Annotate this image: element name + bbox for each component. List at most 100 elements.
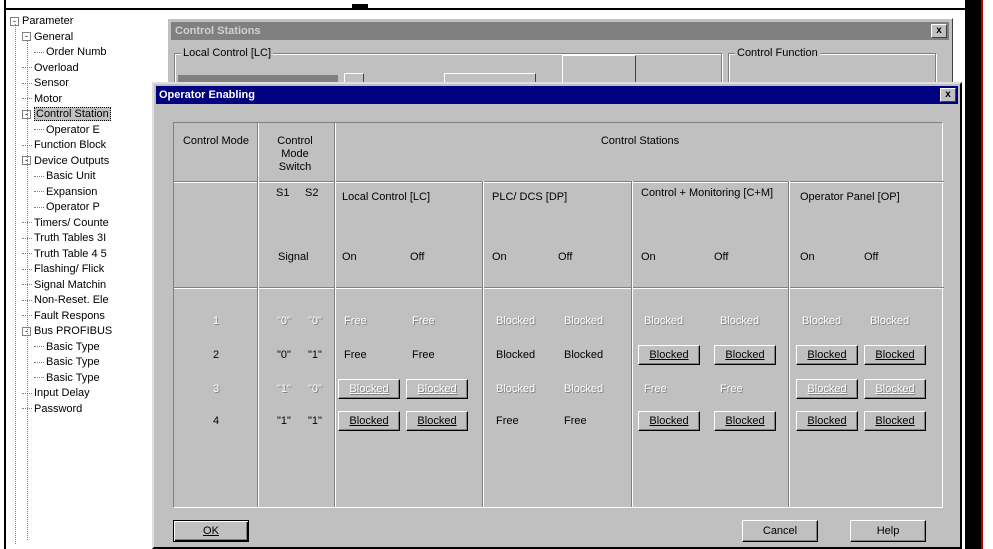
enable-toggle-label: Blocked xyxy=(349,415,389,427)
close-icon[interactable]: x xyxy=(940,88,956,102)
tree-item[interactable]: - Control Station xyxy=(22,107,111,121)
tree-item-label: Operator E xyxy=(46,123,100,136)
enable-toggle-button[interactable]: Blocked xyxy=(796,379,858,399)
cancel-button[interactable]: Cancel xyxy=(742,520,818,542)
tree-item[interactable]: Sensor xyxy=(22,76,69,90)
s1-value: "1" xyxy=(277,383,291,395)
header-on: On xyxy=(342,251,357,263)
tree-item[interactable]: Basic Type xyxy=(34,340,100,354)
enable-toggle-button[interactable]: Blocked xyxy=(796,345,858,365)
enable-toggle-label: Blocked xyxy=(649,349,689,361)
header-off: Off xyxy=(864,251,879,263)
enable-toggle-button[interactable]: Blocked xyxy=(796,411,858,431)
tree-item[interactable]: Input Delay xyxy=(22,386,90,400)
tree-item-label: Basic Type xyxy=(46,340,100,353)
header-on: On xyxy=(641,251,656,263)
enable-toggle-button[interactable]: Blocked xyxy=(714,411,776,431)
tree-item-label: Motor xyxy=(34,92,63,105)
enable-toggle-button[interactable]: Blocked xyxy=(406,411,468,431)
enable-state-text: Blocked xyxy=(496,315,536,327)
tree-item[interactable]: Order Numb xyxy=(34,45,107,59)
enable-toggle-button[interactable]: Blocked xyxy=(338,379,400,399)
tree-item-label: Fault Respons xyxy=(34,309,105,322)
tree-item[interactable]: Expansion xyxy=(34,185,97,199)
enable-toggle-label: Blocked xyxy=(725,415,765,427)
enabling-grid: Control Mode Control Mode Switch Control… xyxy=(173,122,944,508)
enable-toggle-label: Blocked xyxy=(875,383,915,395)
tree-item-label: Sensor xyxy=(34,77,69,89)
screen-right-edge xyxy=(965,0,993,549)
operator-enabling-dialog: Operator Enabling x Control Mode Control… xyxy=(152,82,962,549)
tree-connector xyxy=(34,377,44,379)
tree-item[interactable]: Flashing/ Flick xyxy=(22,262,104,276)
header-control-mode-switch: Control Mode Switch xyxy=(277,135,313,173)
tree-item[interactable]: Overload xyxy=(22,61,79,75)
enable-state-text: Free xyxy=(496,415,519,427)
tree-item[interactable]: Truth Tables 3I xyxy=(22,231,106,245)
dialog-title: Operator Enabling xyxy=(159,89,255,101)
tree-item-label: Signal Matchin xyxy=(34,278,107,291)
ok-button[interactable]: OK xyxy=(173,520,249,542)
tree-item[interactable]: - Parameter xyxy=(10,14,73,28)
header-station-cm: Control + Monitoring [C+M] xyxy=(641,187,774,199)
tree-item[interactable]: Timers/ Counte xyxy=(22,216,109,230)
enable-toggle-button[interactable]: Blocked xyxy=(638,345,700,365)
tree-item[interactable]: Password xyxy=(22,402,82,416)
tree-item[interactable]: Operator P xyxy=(34,200,100,214)
enable-toggle-button[interactable]: Blocked xyxy=(714,345,776,365)
tree-item-label: Input Delay xyxy=(34,387,90,399)
enable-toggle-button[interactable]: Blocked xyxy=(864,411,926,431)
header-on: On xyxy=(800,251,815,263)
tree-item[interactable]: Signal Matchin xyxy=(22,278,106,292)
function-button[interactable] xyxy=(562,55,636,85)
tree-item[interactable]: Fault Respons xyxy=(22,309,105,323)
control-function-legend: Control Function xyxy=(735,47,820,59)
s2-value: "1" xyxy=(308,415,322,427)
header-off: Off xyxy=(410,251,425,263)
tree-item-label: Basic Unit xyxy=(46,170,96,182)
operator-enabling-titlebar[interactable]: Operator Enabling x xyxy=(156,86,958,104)
tree-connector xyxy=(34,175,44,177)
tree-item[interactable]: Motor xyxy=(22,92,62,106)
close-icon[interactable]: x xyxy=(931,24,947,38)
tree-item[interactable]: - Bus PROFIBUS xyxy=(22,324,112,338)
enable-toggle-button[interactable]: Blocked xyxy=(638,411,700,431)
tree-item[interactable]: - General xyxy=(22,30,73,44)
enable-toggle-label: Blocked xyxy=(725,349,765,361)
enable-toggle-button[interactable]: Blocked xyxy=(864,379,926,399)
enable-toggle-button[interactable]: Blocked xyxy=(406,379,468,399)
tree-item[interactable]: Basic Type xyxy=(34,371,100,385)
header-station-op: Operator Panel [OP] xyxy=(800,191,900,203)
header-station-dp: PLC/ DCS [DP] xyxy=(492,191,568,203)
enable-toggle-button[interactable]: Blocked xyxy=(338,411,400,431)
tree-item-label: Parameter xyxy=(22,15,74,27)
enable-toggle-button[interactable]: Blocked xyxy=(864,345,926,365)
tree-item[interactable]: Truth Table 4 5 xyxy=(22,247,107,261)
grid-divider xyxy=(174,181,944,183)
help-button[interactable]: Help xyxy=(850,520,926,542)
grid-divider xyxy=(334,123,336,507)
enable-state-text: Blocked xyxy=(802,315,842,327)
tree-item[interactable]: Non-Reset. Ele xyxy=(22,293,109,307)
tree-item[interactable]: Function Block xyxy=(22,138,106,152)
header-off: Off xyxy=(714,251,729,263)
enable-state-text: Blocked xyxy=(564,383,604,395)
control-mode-value: 1 xyxy=(212,315,220,327)
cancel-button-label: Cancel xyxy=(762,525,798,537)
enable-toggle-label: Blocked xyxy=(807,349,847,361)
enable-state-text: Blocked xyxy=(564,315,604,327)
tree-item[interactable]: Operator E xyxy=(34,123,100,137)
enable-state-text: Blocked xyxy=(644,315,684,327)
parameter-tree[interactable]: - Parameter - General Order Numb Overload Sens… xyxy=(8,12,168,549)
enable-toggle-label: Blocked xyxy=(649,415,689,427)
local-control-legend: Local Control [LC] xyxy=(181,47,274,59)
s2-value: "0" xyxy=(308,315,322,327)
tree-item[interactable]: Basic Type xyxy=(34,355,100,369)
tree-item[interactable]: - Device Outputs xyxy=(22,154,109,168)
control-stations-titlebar[interactable]: Control Stations x xyxy=(171,22,949,40)
s2-value: "1" xyxy=(308,349,322,361)
enable-toggle-label: Blocked xyxy=(807,415,847,427)
tree-item[interactable]: Basic Unit xyxy=(34,169,96,183)
tree-item-label: General xyxy=(34,30,74,43)
enable-state-text: Blocked xyxy=(564,349,604,361)
